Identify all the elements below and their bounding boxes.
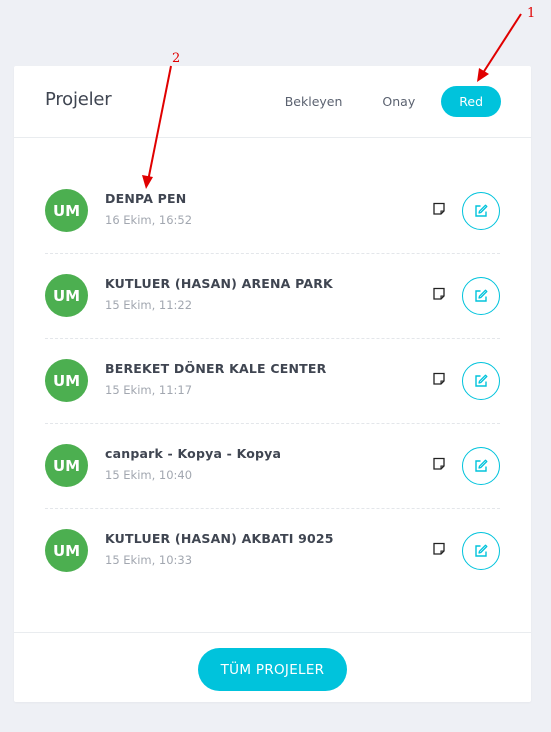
- project-name[interactable]: DENPA PEN: [105, 191, 186, 206]
- note-icon[interactable]: [432, 372, 446, 386]
- project-date: 15 Ekim, 11:17: [105, 383, 193, 397]
- edit-icon: [475, 544, 488, 557]
- edit-icon: [475, 289, 488, 302]
- project-list: UM DENPA PEN 16 Ekim, 16:52 UM KUTLUER (…: [45, 169, 500, 594]
- note-icon[interactable]: [432, 287, 446, 301]
- annotation-marker-1: 1: [527, 6, 536, 21]
- project-date: 15 Ekim, 10:40: [105, 468, 193, 482]
- edit-button[interactable]: [462, 532, 500, 570]
- edit-button[interactable]: [462, 447, 500, 485]
- project-date: 15 Ekim, 11:22: [105, 298, 193, 312]
- avatar: UM: [45, 359, 88, 402]
- project-date: 16 Ekim, 16:52: [105, 213, 193, 227]
- note-icon[interactable]: [432, 202, 446, 216]
- projects-card: Projeler Bekleyen Onay Red UM DENPA PEN …: [14, 66, 531, 702]
- card-footer: TÜM PROJELER: [14, 632, 531, 702]
- avatar: UM: [45, 444, 88, 487]
- project-name[interactable]: canpark - Kopya - Kopya: [105, 446, 281, 461]
- tab-bekleyen[interactable]: Bekleyen: [271, 86, 357, 117]
- project-name[interactable]: KUTLUER (HASAN) ARENA PARK: [105, 276, 333, 291]
- annotation-marker-2: 2: [172, 51, 181, 66]
- avatar: UM: [45, 529, 88, 572]
- edit-button[interactable]: [462, 362, 500, 400]
- card-title: Projeler: [45, 89, 112, 110]
- edit-icon: [475, 374, 488, 387]
- edit-icon: [475, 204, 488, 217]
- list-item: UM KUTLUER (HASAN) ARENA PARK 15 Ekim, 1…: [45, 254, 500, 339]
- card-header: Projeler Bekleyen Onay Red: [14, 66, 531, 138]
- status-tabs: Bekleyen Onay Red: [259, 86, 501, 117]
- list-item: UM BEREKET DÖNER KALE CENTER 15 Ekim, 11…: [45, 339, 500, 424]
- avatar: UM: [45, 189, 88, 232]
- note-icon[interactable]: [432, 457, 446, 471]
- list-item: UM DENPA PEN 16 Ekim, 16:52: [45, 169, 500, 254]
- edit-icon: [475, 459, 488, 472]
- note-icon[interactable]: [432, 542, 446, 556]
- project-name[interactable]: BEREKET DÖNER KALE CENTER: [105, 361, 326, 376]
- list-item: UM canpark - Kopya - Kopya 15 Ekim, 10:4…: [45, 424, 500, 509]
- list-item: UM KUTLUER (HASAN) AKBATI 9025 15 Ekim, …: [45, 509, 500, 594]
- all-projects-button[interactable]: TÜM PROJELER: [198, 648, 347, 691]
- avatar: UM: [45, 274, 88, 317]
- edit-button[interactable]: [462, 192, 500, 230]
- edit-button[interactable]: [462, 277, 500, 315]
- project-name[interactable]: KUTLUER (HASAN) AKBATI 9025: [105, 531, 334, 546]
- project-date: 15 Ekim, 10:33: [105, 553, 193, 567]
- tab-onay[interactable]: Onay: [368, 86, 429, 117]
- tab-red[interactable]: Red: [441, 86, 501, 117]
